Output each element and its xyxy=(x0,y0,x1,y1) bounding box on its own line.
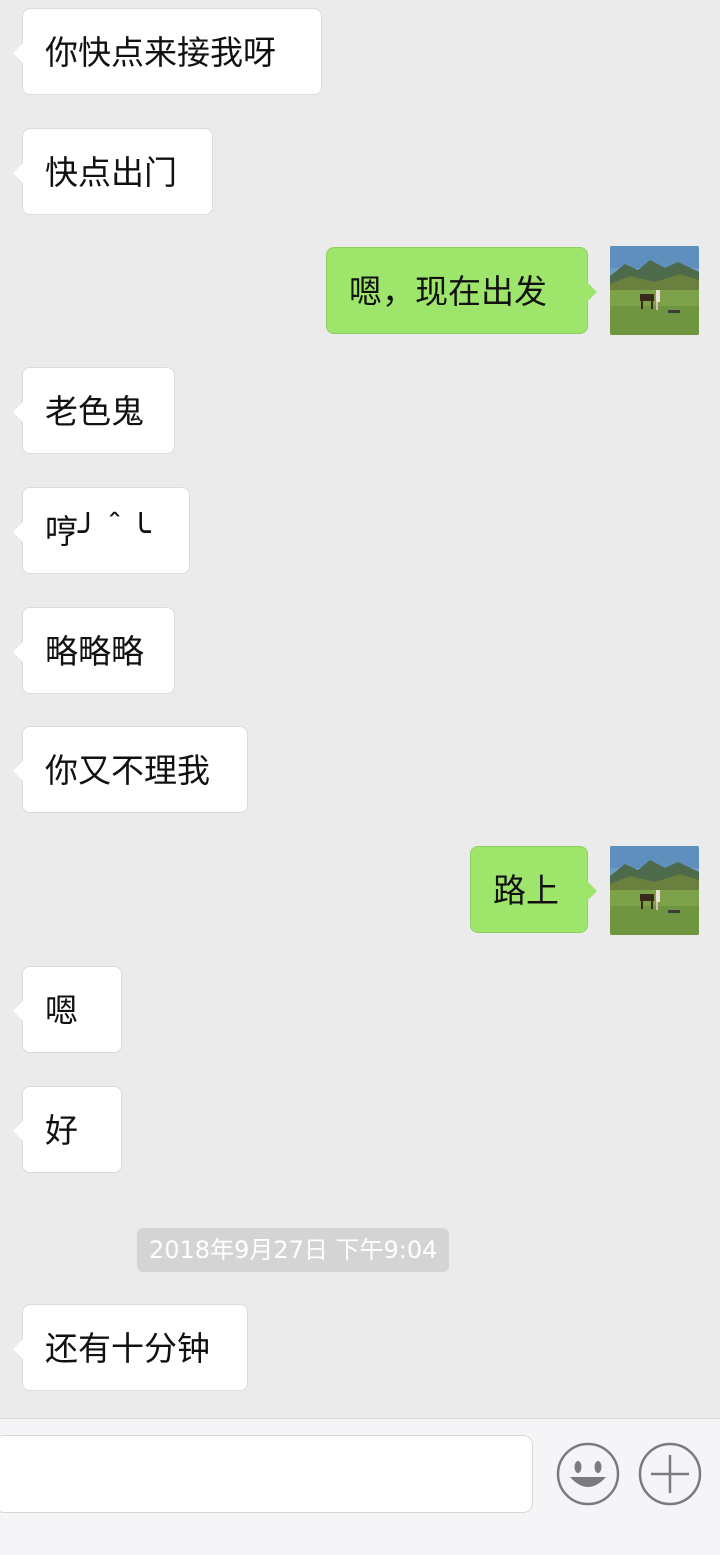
bubble-tail xyxy=(13,1339,23,1359)
message-bubble-received[interactable]: 你又不理我 xyxy=(13,726,248,813)
message-bubble-sent[interactable]: 嗯，现在出发 xyxy=(326,247,597,334)
message-text: 略略略 xyxy=(45,632,144,671)
bubble-tail xyxy=(13,402,23,422)
bubble-tail xyxy=(13,522,23,542)
message-bubble-received[interactable]: 略略略 xyxy=(13,607,175,694)
message-text: 好 xyxy=(45,1111,78,1150)
bubble-tail xyxy=(587,282,597,302)
bubble-tail xyxy=(13,43,23,63)
bubble-tail xyxy=(13,1001,23,1021)
message-bubble-received[interactable]: 还有十分钟 xyxy=(13,1304,248,1391)
timestamp-label: 2018年9月27日 下午9:04 xyxy=(137,1228,450,1272)
message-bubble-received[interactable]: 老色鬼 xyxy=(13,367,175,454)
message-bubble-received[interactable]: 哼╯＾╰ xyxy=(13,487,190,574)
bubble-tail xyxy=(13,642,23,662)
input-bar xyxy=(0,1418,720,1555)
landscape-photo-icon xyxy=(610,846,699,935)
bubble-tail xyxy=(13,163,23,183)
message-text: 嗯 xyxy=(45,991,78,1030)
plus-circle-icon xyxy=(638,1442,702,1506)
chat-area[interactable]: 你快点来接我呀 快点出门 嗯，现在出发 老色鬼 哼╯＾╰ 略略略 你又不理我 路… xyxy=(0,0,720,1418)
message-bubble-received[interactable]: 你快点来接我呀 xyxy=(13,8,322,95)
avatar[interactable] xyxy=(610,246,699,335)
bubble-tail xyxy=(587,881,597,901)
bubble-tail xyxy=(13,761,23,781)
message-text: 哼╯＾╰ xyxy=(45,512,151,551)
more-button[interactable] xyxy=(637,1441,703,1507)
message-text: 你又不理我 xyxy=(45,751,210,790)
message-text: 路上 xyxy=(493,871,559,910)
message-input[interactable] xyxy=(0,1435,533,1513)
landscape-photo-icon xyxy=(610,246,699,335)
message-text: 还有十分钟 xyxy=(45,1329,210,1368)
message-bubble-received[interactable]: 好 xyxy=(13,1086,122,1173)
smiley-face-icon xyxy=(556,1442,620,1506)
message-text: 嗯，现在出发 xyxy=(349,272,547,311)
message-bubble-sent[interactable]: 路上 xyxy=(470,846,597,933)
message-text: 老色鬼 xyxy=(45,392,144,431)
bubble-tail xyxy=(13,1121,23,1141)
message-bubble-received[interactable]: 快点出门 xyxy=(13,128,213,215)
message-text: 你快点来接我呀 xyxy=(45,33,276,72)
message-bubble-received[interactable]: 嗯 xyxy=(13,966,122,1053)
emoji-button[interactable] xyxy=(555,1441,621,1507)
message-text: 快点出门 xyxy=(45,153,177,192)
avatar[interactable] xyxy=(610,846,699,935)
